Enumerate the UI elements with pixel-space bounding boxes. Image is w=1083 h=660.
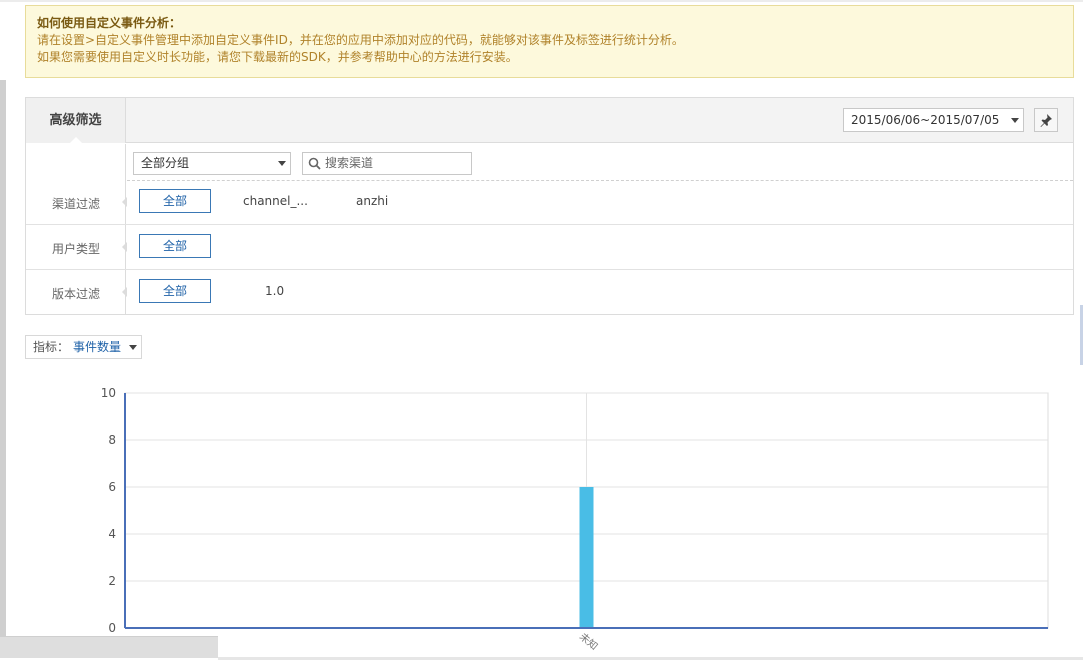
channel-filter-label: 渠道过滤 <box>51 197 100 211</box>
x-tick-label: 未知 <box>577 630 601 653</box>
advanced-filter-panel: 高级筛选 2015/06/06~2015/07/05 全部分组 搜索渠道 渠道过… <box>25 97 1074 315</box>
notice-title: 如何使用自定义事件分析： <box>37 16 182 30</box>
y-tick-label: 0 <box>108 621 116 635</box>
horizontal-scrollbar[interactable] <box>0 636 218 658</box>
notice-line-1: 请在设置>自定义事件管理中添加自定义事件ID，并在您的应用中添加对应的代码，就能… <box>37 33 684 47</box>
version-all-button[interactable]: 全部 <box>139 279 211 303</box>
pin-button[interactable] <box>1034 108 1058 132</box>
metric-value: 事件数量 <box>73 340 122 354</box>
date-range-value: 2015/06/06~2015/07/05 <box>851 113 1000 127</box>
chevron-down-icon <box>1011 118 1019 123</box>
channel-option-2[interactable]: anzhi <box>356 194 388 208</box>
pin-icon <box>1040 114 1052 127</box>
row-notch <box>122 287 127 297</box>
dashed-divider <box>127 180 1073 181</box>
row-divider <box>26 269 1073 270</box>
row-notch <box>122 197 127 207</box>
event-count-chart: 0 2 4 6 8 10 未知 <box>101 386 1049 653</box>
group-select[interactable]: 全部分组 <box>133 152 291 175</box>
y-tick-label: 2 <box>108 574 116 588</box>
version-filter-label: 版本过滤 <box>51 287 100 301</box>
user-type-all-button[interactable]: 全部 <box>139 234 211 258</box>
help-notice: 如何使用自定义事件分析： 请在设置>自定义事件管理中添加自定义事件ID，并在您的… <box>25 5 1074 78</box>
y-tick-label: 10 <box>101 386 116 400</box>
metric-select[interactable]: 指标： 事件数量 <box>25 335 142 359</box>
y-tick-label: 4 <box>108 527 116 541</box>
search-placeholder: 搜索渠道 <box>325 156 374 170</box>
chevron-down-icon <box>278 161 286 166</box>
date-range-select[interactable]: 2015/06/06~2015/07/05 <box>843 108 1024 132</box>
y-tick-label: 8 <box>108 433 116 447</box>
row-notch <box>122 242 127 252</box>
channel-search-input[interactable]: 搜索渠道 <box>302 152 472 175</box>
filter-header: 高级筛选 2015/06/06~2015/07/05 <box>26 98 1073 144</box>
page: 如何使用自定义事件分析： 请在设置>自定义事件管理中添加自定义事件ID，并在您的… <box>0 0 1083 660</box>
group-select-value: 全部分组 <box>141 156 190 170</box>
row-divider <box>26 224 1073 225</box>
search-icon <box>308 157 321 170</box>
channel-all-button[interactable]: 全部 <box>139 189 211 213</box>
tab-advanced-filter[interactable]: 高级筛选 <box>26 98 126 144</box>
metric-label: 指标： <box>33 340 70 354</box>
y-tick-label: 6 <box>108 480 116 494</box>
bar <box>579 487 594 628</box>
user-type-label: 用户类型 <box>51 242 100 256</box>
notice-line-2: 如果您需要使用自定义时长功能，请您下载最新的SDK，并参考帮助中心的方法进行安装… <box>37 50 518 64</box>
top-edge <box>0 0 1083 2</box>
version-option-1[interactable]: 1.0 <box>265 284 284 298</box>
channel-option-1[interactable]: channel_... <box>243 194 308 208</box>
chevron-down-icon <box>129 345 137 350</box>
